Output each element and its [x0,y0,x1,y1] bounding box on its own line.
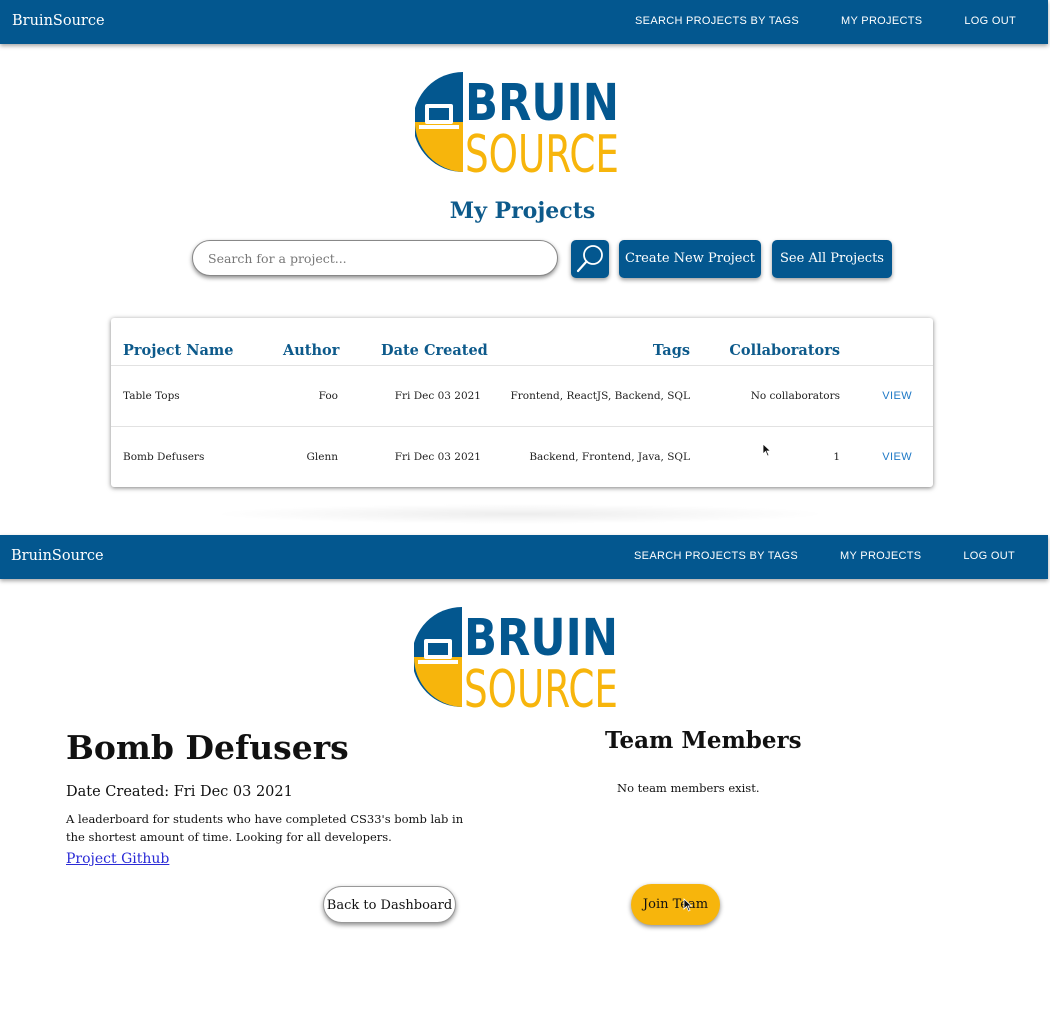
search-input[interactable] [192,240,558,276]
project-github-link[interactable]: Project Github [66,851,169,867]
nav-links: SEARCH PROJECTS BY TAGS MY PROJECTS LOG … [635,0,1016,42]
mouse-cursor-icon [683,898,693,912]
view-project-link[interactable]: VIEW [882,451,912,463]
navbar-bottom: BruinSource SEARCH PROJECTS BY TAGS MY P… [0,535,1048,579]
page-title: My Projects [449,198,596,224]
join-team-button[interactable]: Join Team [631,884,720,925]
cell-project-name: Bomb Defusers [123,451,205,463]
logo-word-source: SOURCE [464,660,618,709]
cell-tags: Frontend, ReactJS, Backend, SQL [510,390,690,402]
nav-log-out[interactable]: LOG OUT [963,535,1015,577]
project-date-created: Date Created: Fri Dec 03 2021 [66,784,293,800]
nav-search-by-tags[interactable]: SEARCH PROJECTS BY TAGS [635,0,799,42]
bruinsource-logo: BRUIN SOURCE [414,605,620,709]
bruinsource-logo: BRUIN SOURCE [415,70,621,174]
nav-my-projects[interactable]: MY PROJECTS [840,535,921,577]
back-to-dashboard-button[interactable]: Back to Dashboard [323,886,456,923]
col-header-project-name[interactable]: Project Name [123,342,233,359]
nav-links: SEARCH PROJECTS BY TAGS MY PROJECTS LOG … [634,535,1015,577]
magnifier-icon [576,245,603,273]
navbar-top: BruinSource SEARCH PROJECTS BY TAGS MY P… [0,0,1048,44]
team-members-heading: Team Members [605,727,802,754]
projects-table: Project Name Author Date Created Tags Co… [111,318,933,487]
cell-author: Foo [318,390,338,402]
cell-collaborators: No collaborators [750,390,840,402]
nav-my-projects[interactable]: MY PROJECTS [841,0,922,42]
search-button[interactable] [571,240,609,278]
mouse-cursor-icon [762,443,772,457]
col-header-tags[interactable]: Tags [653,342,690,359]
table-divider [111,365,933,366]
no-team-members-text: No team members exist. [617,781,760,795]
project-description: A leaderboard for students who have comp… [66,812,464,844]
view-project-link[interactable]: VIEW [882,390,912,402]
nav-search-by-tags[interactable]: SEARCH PROJECTS BY TAGS [634,535,798,577]
col-header-author[interactable]: Author [283,342,339,359]
cell-collaborators: 1 [833,451,840,463]
see-all-projects-button[interactable]: See All Projects [772,240,892,278]
project-title: Bomb Defusers [66,728,349,767]
cell-author: Glenn [306,451,339,463]
nav-log-out[interactable]: LOG OUT [964,0,1016,42]
logo-word-source: SOURCE [465,125,619,174]
brand-link[interactable]: BruinSource [12,0,105,42]
table-divider [111,426,933,427]
cell-date: Fri Dec 03 2021 [394,390,481,402]
panel-shadow [210,504,830,524]
col-header-date-created[interactable]: Date Created [381,342,488,359]
cell-tags: Backend, Frontend, Java, SQL [529,451,690,463]
cell-date: Fri Dec 03 2021 [394,451,481,463]
col-header-collaborators[interactable]: Collaborators [729,342,840,359]
brand-link[interactable]: BruinSource [11,535,104,577]
create-new-project-button[interactable]: Create New Project [619,240,761,278]
cell-project-name: Table Tops [123,390,180,402]
